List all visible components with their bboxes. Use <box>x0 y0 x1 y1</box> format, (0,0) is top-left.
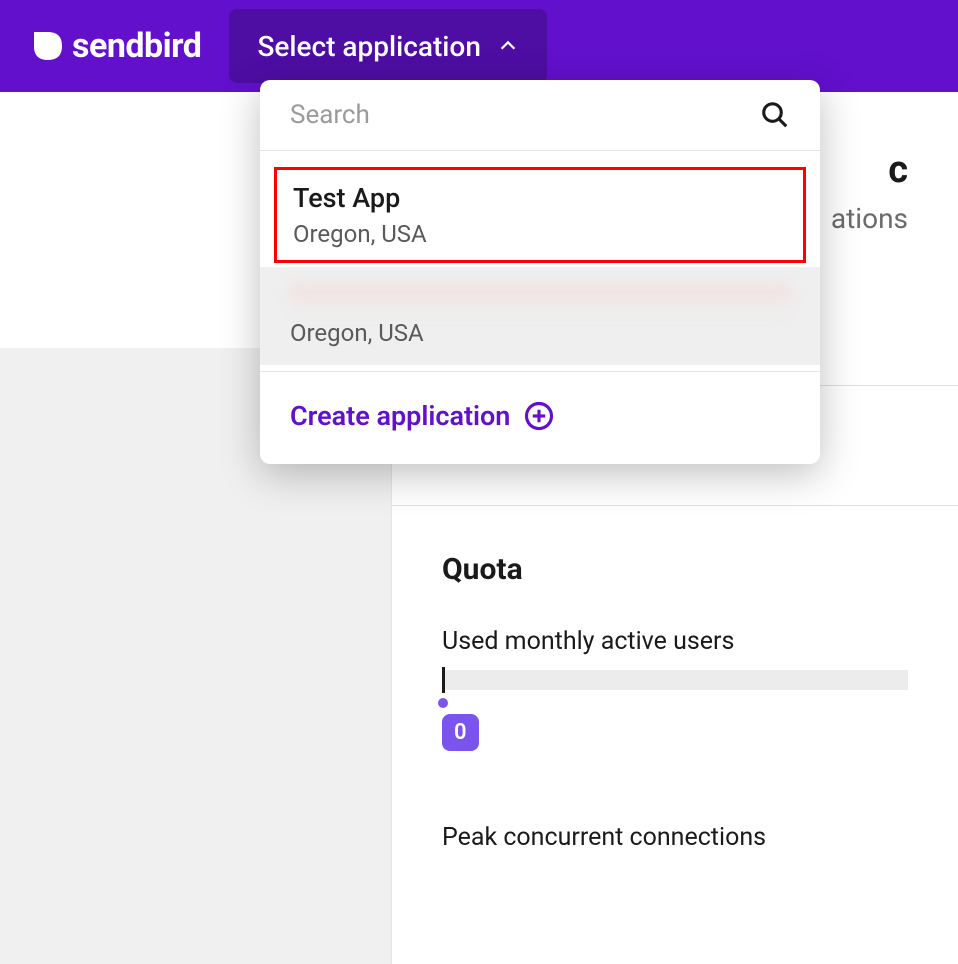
search-row <box>260 80 820 151</box>
plus-circle-icon <box>524 401 554 431</box>
application-list: Test App Oregon, USA Oregon, USA <box>260 151 820 365</box>
application-dropdown: Test App Oregon, USA Oregon, USA Create … <box>260 80 820 464</box>
app-item-location: Oregon, USA <box>290 319 790 347</box>
progress-tick <box>442 667 445 693</box>
app-item-redacted[interactable]: Oregon, USA <box>260 267 820 365</box>
progress-bar <box>442 670 908 690</box>
brand-logo: sendbird <box>30 26 201 66</box>
create-application-label: Create application <box>290 400 510 432</box>
app-item-name-redacted <box>290 285 790 313</box>
search-icon <box>760 100 790 130</box>
app-item-location: Oregon, USA <box>293 220 787 248</box>
app-item-name: Test App <box>293 182 787 214</box>
progress-dot <box>438 698 448 708</box>
peak-connections-label: Peak concurrent connections <box>442 823 908 852</box>
search-input[interactable] <box>290 100 760 130</box>
mau-progress <box>442 670 908 690</box>
quota-block: Quota Used monthly active users 0 Peak c… <box>392 506 958 852</box>
mau-value-badge: 0 <box>442 714 479 751</box>
sendbird-logo-icon <box>30 28 66 64</box>
quota-title: Quota <box>442 552 908 587</box>
brand-logo-text: sendbird <box>72 26 201 66</box>
mau-label: Used monthly active users <box>442 627 908 656</box>
select-application-button[interactable]: Select application <box>229 9 546 83</box>
create-application-button[interactable]: Create application <box>260 371 820 464</box>
app-header: sendbird Select application <box>0 0 958 92</box>
select-application-label: Select application <box>257 30 480 63</box>
app-item-test-app[interactable]: Test App Oregon, USA <box>274 167 806 263</box>
chevron-up-icon <box>497 35 519 57</box>
